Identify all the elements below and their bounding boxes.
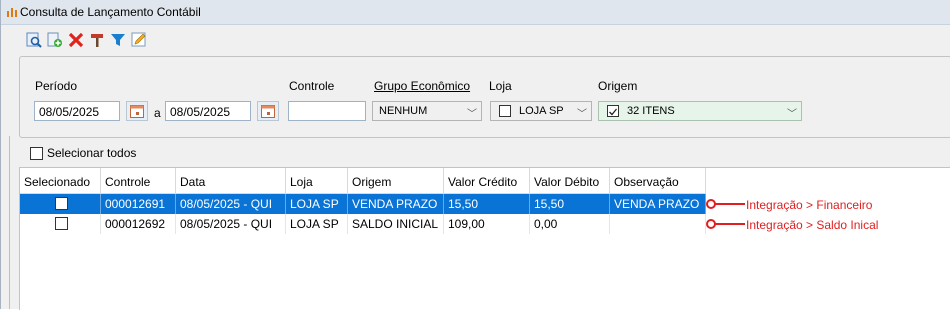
loja-cell: LOJA SP [286,194,348,214]
origem-label: Origem [598,79,638,93]
left-splitter[interactable] [1,136,10,309]
date-separator: a [154,106,161,120]
loja-value: LOJA SP [519,105,564,117]
data-cell: 08/05/2025 - QUI [176,214,286,234]
calendar-to-button[interactable] [257,101,279,121]
periodo-label: Período [35,79,78,93]
window-title: Consulta de Lançamento Contábil [20,5,201,19]
controle-cell: 000012691 [101,194,176,214]
column-header-origem[interactable]: Origem [348,168,444,194]
loja-checkbox[interactable] [499,105,511,117]
new-document-icon[interactable] [46,31,64,49]
column-header-observacao[interactable]: Observação [610,168,706,194]
observacao-cell: VENDA PRAZO [610,194,706,214]
column-header-selecionado[interactable]: Selecionado [20,168,101,194]
annotation-arrow-line [715,203,745,205]
filter-icon[interactable] [109,31,127,49]
app-icon [7,8,17,17]
column-header-valor-credito[interactable]: Valor Crédito [444,168,530,194]
loja-select[interactable]: LOJA SP ﹀ [490,101,592,121]
delete-icon[interactable] [67,31,85,49]
column-header-controle[interactable]: Controle [101,168,176,194]
origem-value: 32 ITENS [627,105,675,117]
select-all-label[interactable]: Selecionar todos [47,146,136,160]
valor-credito-cell: 15,50 [444,194,530,214]
controle-input[interactable] [288,101,366,121]
valor-debito-cell: 0,00 [530,214,610,234]
annotation-arrow-line [715,223,745,225]
origem-select[interactable]: 32 ITENS ﹀ [598,101,802,121]
annotation-saldo-inicial: Integração > Saldo Inical [746,218,879,232]
selecionado-cell[interactable] [20,194,101,214]
observacao-cell [610,214,706,234]
chevron-down-icon: ﹀ [577,109,587,120]
toolbar [1,25,950,53]
loja-label: Loja [489,79,512,93]
date-from-input[interactable]: 08/05/2025 [34,101,120,121]
filter-group: Período 08/05/2025 a 08/05/2025 Controle… [19,56,950,138]
calendar-from-button[interactable] [126,101,148,121]
title-bar: Consulta de Lançamento Contábil [1,0,950,25]
data-cell: 08/05/2025 - QUI [176,194,286,214]
window: Consulta de Lançamento Contábil Período … [0,0,950,310]
grupo-economico-select[interactable]: NENHUM ﹀ [372,101,482,121]
edit-icon[interactable] [130,31,148,49]
calendar-icon [261,104,275,118]
row-checkbox[interactable] [55,217,68,230]
grupo-economico-value: NENHUM [379,105,428,117]
selecionado-cell[interactable] [20,214,101,234]
column-header-data[interactable]: Data [176,168,286,194]
chevron-down-icon: ﹀ [467,109,477,120]
search-icon[interactable] [25,31,43,49]
loja-cell: LOJA SP [286,214,348,234]
results-grid: Selecionado Controle Data Loja Origem Va… [19,167,950,310]
controle-cell: 000012692 [101,214,176,234]
chevron-down-icon: ﹀ [787,109,797,120]
column-header-valor-debito[interactable]: Valor Débito [530,168,610,194]
valor-debito-cell: 15,50 [530,194,610,214]
origem-cell: VENDA PRAZO [348,194,444,214]
origem-cell: SALDO INICIAL [348,214,444,234]
valor-credito-cell: 109,00 [444,214,530,234]
column-header-loja[interactable]: Loja [286,168,348,194]
date-to-input[interactable]: 08/05/2025 [165,101,251,121]
grupo-economico-label[interactable]: Grupo Econômico [374,79,470,93]
check-icon [609,108,618,116]
select-all-checkbox[interactable] [30,147,43,160]
row-checkbox[interactable] [55,197,68,210]
hammer-icon[interactable] [88,31,106,49]
annotation-financeiro: Integração > Financeiro [746,198,873,212]
controle-label: Controle [289,79,335,93]
origem-checkbox[interactable] [607,105,619,117]
calendar-icon [130,104,144,118]
